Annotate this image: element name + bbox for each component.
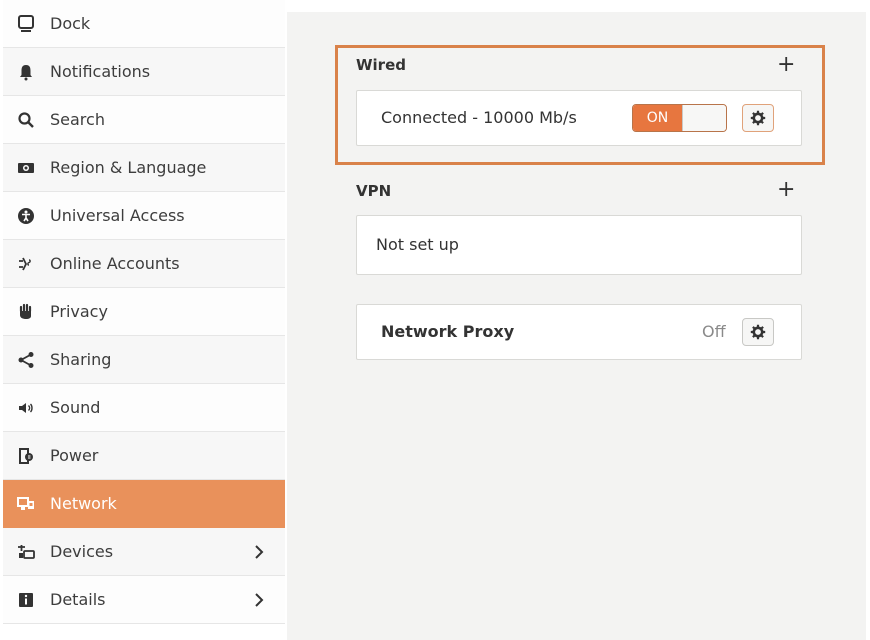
- vpn-section-title: VPN: [356, 182, 392, 200]
- sidebar-item-label: Dock: [50, 14, 91, 33]
- network-proxy-status: Off: [702, 322, 726, 341]
- sidebar-item-sharing[interactable]: Sharing: [3, 336, 285, 384]
- sidebar-item-label: Universal Access: [50, 206, 185, 225]
- network-icon: [16, 494, 36, 514]
- sidebar-item-devices[interactable]: Devices: [3, 528, 285, 576]
- chevron-right-icon: [255, 545, 264, 559]
- sidebar-item-label: Sharing: [50, 350, 112, 369]
- region-icon: [16, 158, 36, 178]
- sidebar-item-search[interactable]: Search: [3, 96, 285, 144]
- accessibility-icon: [16, 206, 36, 226]
- chevron-right-icon: [255, 593, 264, 607]
- sidebar-item-label: Region & Language: [50, 158, 207, 177]
- sidebar-item-details[interactable]: Details: [3, 576, 285, 624]
- sidebar-item-dock[interactable]: Dock: [3, 0, 285, 48]
- switch-knob: [682, 105, 726, 131]
- settings-sidebar: Dock Notifications Search Region & Langu…: [3, 0, 285, 640]
- gear-icon: [750, 324, 766, 340]
- sidebar-item-privacy[interactable]: Privacy: [3, 288, 285, 336]
- sidebar-item-label: Notifications: [50, 62, 151, 81]
- wired-section-title: Wired: [356, 56, 406, 74]
- sidebar-item-universal-access[interactable]: Universal Access: [3, 192, 285, 240]
- network-proxy-card[interactable]: Network Proxy Off: [356, 304, 802, 360]
- wired-status: Connected - 10000 Mb/s: [381, 108, 577, 127]
- add-vpn-button[interactable]: +: [777, 179, 795, 201]
- sidebar-item-label: Power: [50, 446, 99, 465]
- devices-icon: [16, 542, 36, 562]
- sidebar-item-sound[interactable]: Sound: [3, 384, 285, 432]
- wired-connection-card: Connected - 10000 Mb/s ON: [356, 90, 802, 146]
- wired-settings-button[interactable]: [742, 104, 774, 132]
- sidebar-item-notifications[interactable]: Notifications: [3, 48, 285, 96]
- proxy-settings-button[interactable]: [742, 318, 774, 346]
- sidebar-item-network[interactable]: Network: [3, 480, 285, 528]
- wired-toggle-switch[interactable]: ON: [632, 104, 727, 132]
- bell-icon: [16, 62, 36, 82]
- sidebar-item-region-language[interactable]: Region & Language: [3, 144, 285, 192]
- switch-on-label: ON: [633, 105, 682, 131]
- network-proxy-title: Network Proxy: [381, 322, 515, 341]
- sidebar-item-label: Devices: [50, 542, 114, 561]
- sidebar-item-label: Network: [50, 494, 117, 513]
- network-panel: Wired + Connected - 10000 Mb/s ON VPN + …: [287, 12, 866, 640]
- share-icon: [16, 350, 36, 370]
- add-wired-button[interactable]: +: [777, 54, 795, 76]
- sidebar-item-label: Privacy: [50, 302, 108, 321]
- sidebar-item-power[interactable]: Power: [3, 432, 285, 480]
- gear-icon: [750, 110, 766, 126]
- sidebar-item-label: Online Accounts: [50, 254, 180, 273]
- speaker-icon: [16, 398, 36, 418]
- dock-icon: [16, 14, 36, 34]
- vpn-card: Not set up: [356, 215, 802, 275]
- vpn-status: Not set up: [376, 235, 459, 254]
- hand-icon: [16, 302, 36, 322]
- sidebar-item-label: Details: [50, 590, 106, 609]
- sidebar-item-online-accounts[interactable]: Online Accounts: [3, 240, 285, 288]
- info-icon: [16, 590, 36, 610]
- power-icon: [16, 446, 36, 466]
- sidebar-item-label: Sound: [50, 398, 101, 417]
- online-accounts-icon: [16, 254, 36, 274]
- search-icon: [16, 110, 36, 130]
- sidebar-item-label: Search: [50, 110, 105, 129]
